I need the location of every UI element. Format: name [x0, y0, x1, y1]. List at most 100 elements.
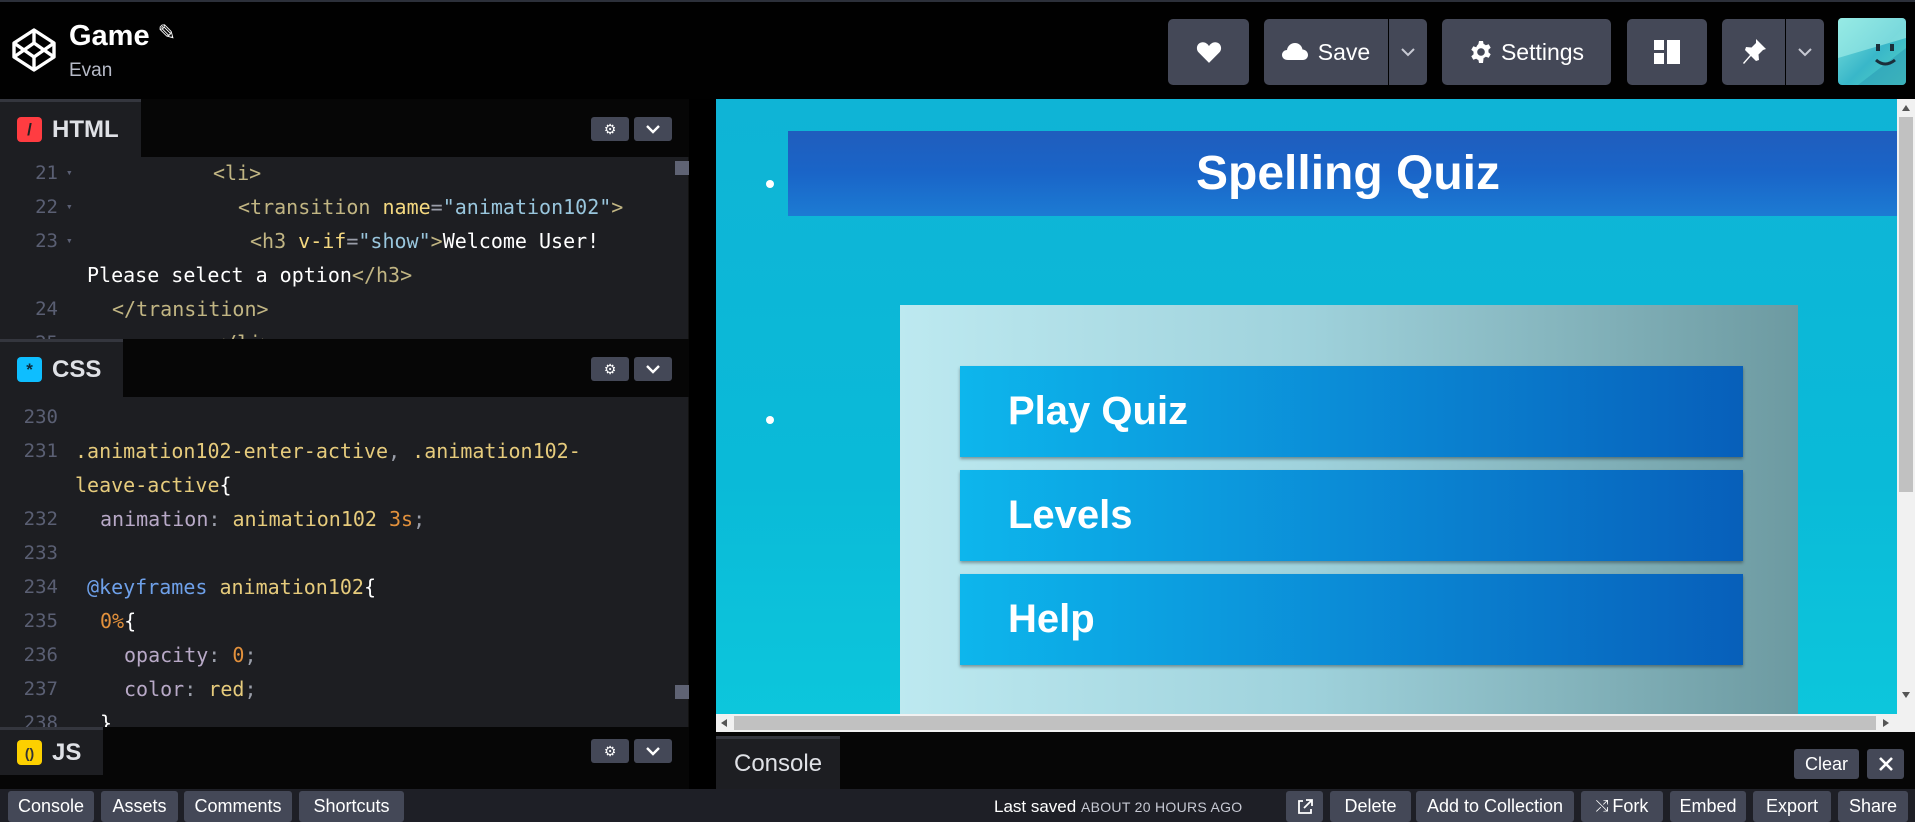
horizontal-scroll-thumb[interactable] — [734, 716, 1876, 730]
css-code-area[interactable]: 230 231 .animation102-enter-active, .anima… — [0, 397, 689, 727]
pen-author[interactable]: Evan — [69, 60, 112, 82]
console-close-button[interactable] — [1867, 749, 1904, 779]
code-token: { — [124, 609, 137, 633]
code-token: 0 — [232, 643, 245, 667]
code-token: "show" — [358, 229, 431, 253]
delete-button[interactable]: Delete — [1330, 791, 1411, 822]
code-line[interactable]: 235 0%{ — [0, 604, 689, 638]
console-panel-header: Console Clear — [716, 732, 1915, 789]
fold-arrow-icon[interactable]: ▾ — [66, 157, 73, 190]
open-external-button[interactable] — [1286, 791, 1323, 822]
pen-title[interactable]: Game ✎ — [69, 20, 176, 53]
code-line[interactable]: 238} — [0, 706, 689, 727]
love-button[interactable] — [1168, 19, 1249, 85]
code-line[interactable]: 233 — [0, 536, 689, 570]
code-token: Please select a option — [87, 263, 352, 287]
code-line[interactable]: 21 ▾ <li> — [0, 157, 689, 190]
console-tab[interactable]: Console — [716, 736, 841, 789]
footer-comments-button[interactable]: Comments — [184, 791, 292, 822]
menu-card: Play Quiz Levels Help — [900, 305, 1798, 725]
html-settings-button[interactable]: ⚙ — [591, 117, 629, 141]
quiz-title: Spelling Quiz — [788, 131, 1908, 216]
chevron-down-icon — [646, 124, 660, 134]
js-editor-tab[interactable]: () JS — [0, 727, 104, 775]
last-saved-label: Last saved — [994, 797, 1077, 816]
user-avatar[interactable] — [1838, 18, 1906, 85]
html-editor-tab[interactable]: / HTML — [0, 99, 141, 157]
pen-title-text[interactable]: Game — [69, 20, 150, 52]
code-line[interactable]: 22 ▾ <transition name="animation102"> — [0, 190, 689, 224]
save-button[interactable]: Save — [1264, 19, 1388, 85]
css-editor-header: * CSS ⚙ — [0, 339, 689, 397]
levels-button[interactable]: Levels — [960, 470, 1743, 561]
code-line[interactable]: 230 — [0, 400, 689, 434]
js-settings-button[interactable]: ⚙ — [591, 739, 629, 763]
footer-assets-button[interactable]: Assets — [101, 791, 178, 822]
code-line[interactable]: 23 ▾ <h3 v-if="show">Welcome User! — [0, 224, 689, 258]
html-collapse-button[interactable] — [634, 117, 672, 141]
fold-arrow-icon[interactable]: ▾ — [66, 224, 73, 258]
html-code-area[interactable]: 21 ▾ <li> 22 ▾ <transition name="animation102… — [0, 157, 689, 339]
play-quiz-button[interactable]: Play Quiz — [960, 366, 1743, 457]
change-view-button[interactable] — [1627, 19, 1707, 85]
code-line[interactable]: 25 </li> — [0, 326, 689, 339]
css-scrollbar-thumb[interactable] — [675, 685, 689, 699]
code-text: <h3 v-if="show">Welcome User! — [250, 224, 599, 258]
css-editor-tab[interactable]: * CSS — [0, 339, 124, 397]
code-line[interactable]: leave-active{ — [0, 468, 689, 502]
save-options-button[interactable] — [1389, 19, 1427, 85]
css-editor-tools: ⚙ — [591, 357, 672, 381]
code-line[interactable]: 236 opacity: 0; — [0, 638, 689, 672]
js-collapse-button[interactable] — [634, 739, 672, 763]
scroll-down-arrow-icon[interactable] — [1902, 692, 1910, 698]
code-token: = — [430, 195, 443, 219]
fold-arrow-icon[interactable]: ▾ — [66, 190, 73, 224]
fork-button[interactable]: ⤭ Fork — [1581, 791, 1663, 822]
codepen-logo-icon[interactable] — [10, 26, 58, 74]
code-token: </h3> — [351, 263, 413, 287]
pencil-icon[interactable]: ✎ — [158, 20, 176, 46]
gear-icon: ⚙ — [603, 360, 617, 377]
code-line[interactable]: 237 color: red; — [0, 672, 689, 706]
help-button[interactable]: Help — [960, 574, 1743, 665]
chevron-down-icon — [646, 746, 660, 756]
preview-horizontal-scrollbar[interactable] — [716, 714, 1897, 732]
embed-button[interactable]: Embed — [1670, 791, 1746, 822]
line-number: 232 — [23, 508, 58, 530]
scroll-right-arrow-icon[interactable] — [1883, 719, 1889, 727]
html-editor-title: HTML — [52, 115, 119, 143]
js-editor-tools: ⚙ — [591, 739, 672, 763]
code-token: } — [100, 711, 113, 727]
code-line[interactable]: 232 animation: animation102 3s; — [0, 502, 689, 536]
footer-console-button[interactable]: Console — [8, 791, 94, 822]
share-button[interactable]: Share — [1838, 791, 1908, 822]
line-number: 230 — [23, 406, 58, 428]
scroll-up-arrow-icon[interactable] — [1902, 105, 1910, 111]
export-button[interactable]: Export — [1753, 791, 1831, 822]
settings-button[interactable]: Settings — [1442, 19, 1611, 85]
pin-button[interactable] — [1722, 19, 1785, 85]
code-line[interactable]: 234 @keyframes animation102{ — [0, 570, 689, 604]
code-text: Please select a option</h3> — [87, 258, 412, 292]
code-text: 0%{ — [100, 604, 136, 638]
html-scrollbar-thumb[interactable] — [675, 161, 689, 175]
scroll-left-arrow-icon[interactable] — [721, 719, 727, 727]
code-token: v-if — [298, 229, 347, 253]
heart-icon — [1196, 42, 1221, 63]
console-clear-button[interactable]: Clear — [1794, 749, 1859, 779]
line-number: 231 — [23, 440, 58, 462]
pin-options-button[interactable] — [1786, 19, 1824, 85]
code-line[interactable]: Please select a option</h3> — [0, 258, 689, 292]
line-number: 237 — [23, 678, 58, 700]
code-line[interactable]: 24 </transition> — [0, 292, 689, 326]
code-text: } — [100, 706, 112, 727]
css-settings-button[interactable]: ⚙ — [591, 357, 629, 381]
preview-vertical-scrollbar[interactable] — [1897, 99, 1915, 732]
code-line[interactable]: 231 .animation102-enter-active, .animatio… — [0, 434, 689, 468]
css-collapse-button[interactable] — [634, 357, 672, 381]
vertical-scroll-thumb[interactable] — [1899, 117, 1913, 492]
html-slash-icon: / — [17, 117, 42, 142]
add-to-collection-button[interactable]: Add to Collection — [1416, 791, 1574, 822]
footer-shortcuts-button[interactable]: Shortcuts — [299, 791, 404, 822]
line-number: 23 — [35, 230, 58, 252]
